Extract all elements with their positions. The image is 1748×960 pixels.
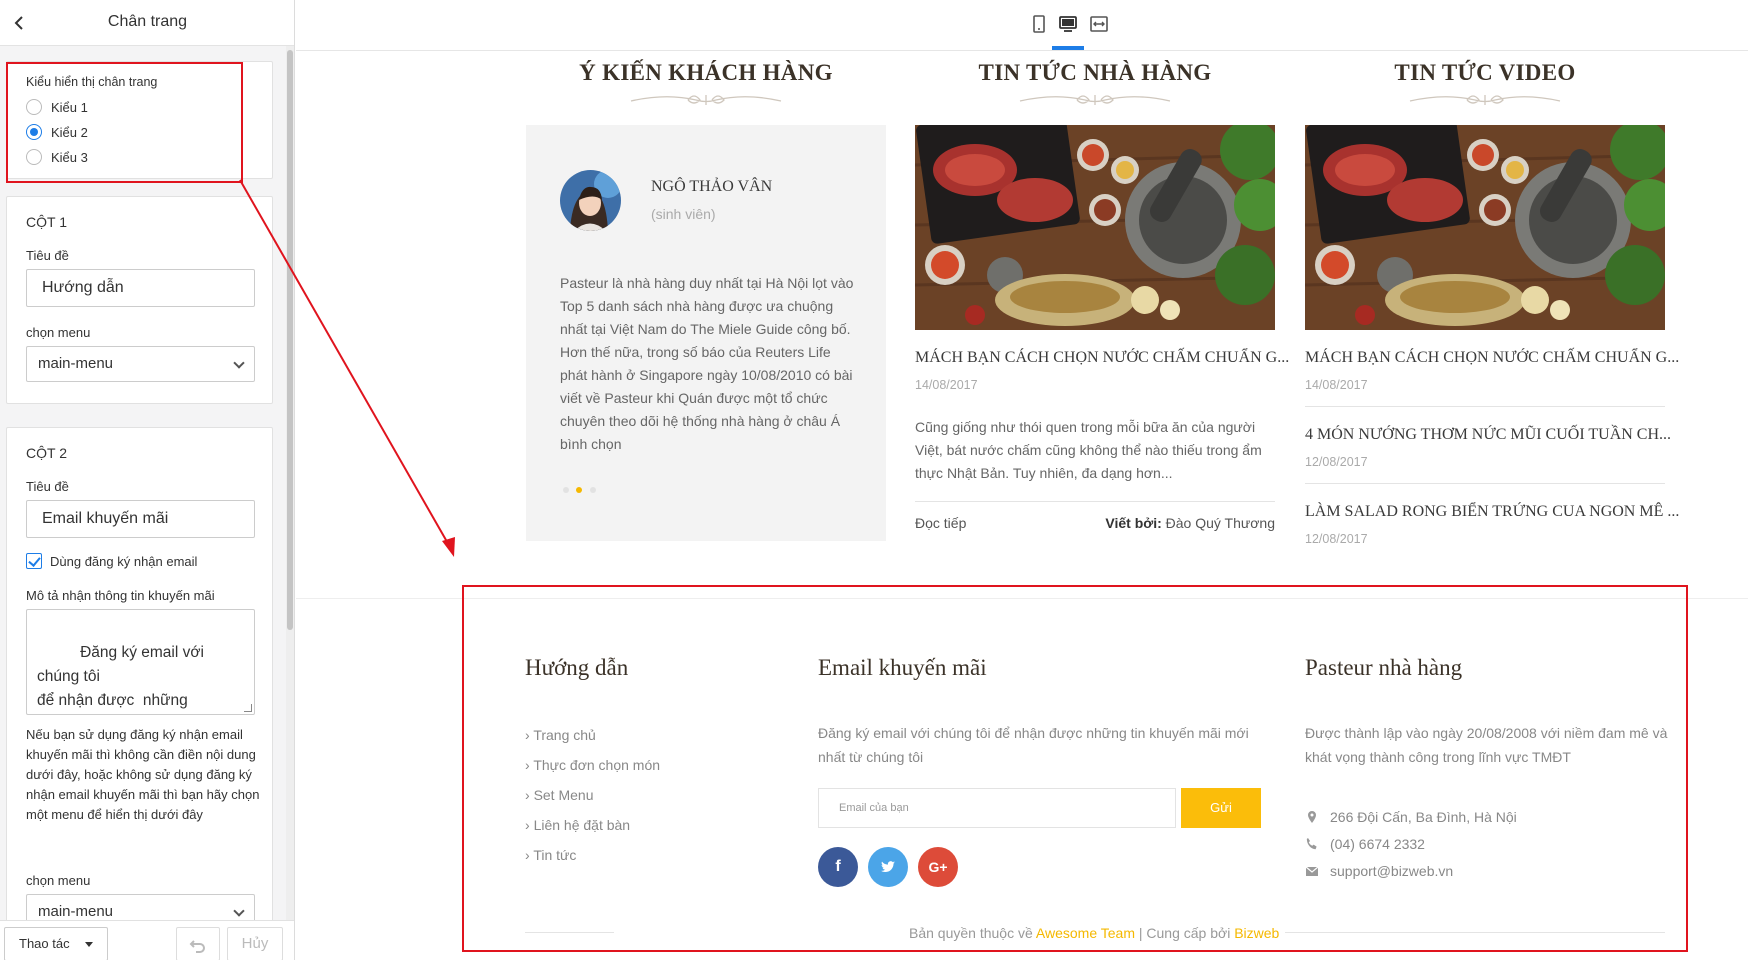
email-signup-checkbox[interactable]: Dùng đăng ký nhận email bbox=[26, 553, 197, 569]
video-news-item-title[interactable]: 4 MÓN NƯỚNG THƠM NỨC MŨI CUỐI TUẦN CH... bbox=[1305, 426, 1671, 444]
slider-dot-active[interactable] bbox=[576, 487, 582, 493]
column-2-title-input[interactable]: Email khuyến mãi bbox=[26, 500, 255, 538]
author-line: Viết bởi: Đào Quý Thương bbox=[1093, 515, 1275, 531]
column-1-menu-select[interactable]: main-menu bbox=[26, 346, 255, 382]
divider bbox=[915, 501, 1275, 502]
restaurant-news-title[interactable]: MÁCH BẠN CÁCH CHỌN NƯỚC CHẤM CHUẨN G... bbox=[915, 349, 1289, 367]
select-value: main-menu bbox=[38, 903, 114, 920]
restaurant-news-date: 14/08/2017 bbox=[915, 378, 978, 392]
annotation-arrow-icon bbox=[239, 179, 455, 557]
author-name: Đào Quý Thương bbox=[1165, 515, 1275, 531]
video-news-image[interactable] bbox=[1305, 125, 1665, 330]
textarea-value: Đăng ký email với chúng tôi để nhận được… bbox=[37, 644, 204, 709]
theme-editor: Chân trang Kiểu hiển thị chân trang Kiểu… bbox=[0, 0, 1748, 960]
column-2-title-label: Tiêu đề bbox=[26, 479, 69, 494]
annotation-highlight-box bbox=[6, 62, 243, 183]
video-news-item-date: 14/08/2017 bbox=[1305, 378, 1368, 392]
ornament-divider-icon bbox=[1019, 95, 1171, 105]
column-1-title-label: Tiêu đề bbox=[26, 248, 69, 263]
active-device-indicator bbox=[1052, 46, 1084, 50]
column-1-title-input[interactable]: Hướng dẫn bbox=[26, 269, 255, 307]
panel-header: Chân trang bbox=[0, 0, 294, 46]
mobile-icon[interactable] bbox=[1029, 14, 1049, 34]
restaurant-news-image[interactable] bbox=[915, 125, 1275, 330]
promo-desc-textarea[interactable]: Đăng ký email với chúng tôi để nhận được… bbox=[26, 609, 255, 715]
video-news-item-title[interactable]: LÀM SALAD RONG BIỂN TRỨNG CUA NGON MÊ ..… bbox=[1305, 503, 1679, 521]
customer-role: (sinh viên) bbox=[651, 206, 716, 222]
checkbox-label: Dùng đăng ký nhận email bbox=[50, 553, 198, 569]
testimonial-text: Pasteur là nhà hàng duy nhất tại Hà Nội … bbox=[560, 275, 854, 452]
checkbox-checked[interactable] bbox=[26, 553, 42, 569]
author-label: Viết bởi: bbox=[1105, 515, 1162, 531]
panel-title: Chân trang bbox=[107, 13, 188, 30]
column-2-menu-label: chọn menu bbox=[26, 873, 91, 888]
video-news-heading: TIN TỨC VIDEO bbox=[1394, 60, 1576, 85]
caret-down-icon bbox=[85, 942, 93, 947]
promo-desc-label: Mô tả nhận thông tin khuyến mãi bbox=[26, 588, 215, 603]
ornament-divider-icon bbox=[630, 95, 782, 105]
customer-name: NGÔ THẢO VÂN bbox=[651, 178, 773, 195]
promo-note: Nếu bạn sử dụng đăng ký nhận email khuyế… bbox=[26, 727, 260, 822]
slider-dot[interactable] bbox=[590, 487, 596, 493]
column-1-heading: CỘT 1 bbox=[26, 214, 67, 230]
slider-dot[interactable] bbox=[563, 487, 569, 493]
video-news-item-title[interactable]: MÁCH BẠN CÁCH CHỌN NƯỚC CHẤM CHUẨN G... bbox=[1305, 349, 1679, 367]
divider bbox=[1305, 483, 1665, 484]
testimonials-heading: Ý KIẾN KHÁCH HÀNG bbox=[579, 60, 833, 85]
restaurant-news-heading: TIN TỨC NHÀ HÀNG bbox=[978, 60, 1212, 85]
ornament-divider-icon bbox=[1409, 95, 1561, 105]
fullwidth-icon[interactable] bbox=[1089, 14, 1109, 34]
video-news-item-date: 12/08/2017 bbox=[1305, 532, 1368, 546]
restaurant-news-excerpt: Cũng giống như thói quen trong mỗi bữa ă… bbox=[915, 419, 1262, 481]
desktop-icon[interactable] bbox=[1058, 14, 1078, 34]
divider bbox=[1305, 406, 1665, 407]
select-value: main-menu bbox=[38, 355, 114, 372]
device-toolbar bbox=[296, 0, 1748, 51]
column-1-menu-label: chọn menu bbox=[26, 325, 91, 340]
resize-handle-icon[interactable] bbox=[244, 704, 252, 712]
column-2-menu-select[interactable]: main-menu bbox=[26, 894, 255, 920]
annotation-highlight-box bbox=[462, 585, 1688, 952]
customer-avatar bbox=[560, 170, 621, 231]
chevron-down-icon bbox=[233, 905, 245, 917]
column-2-heading: CỘT 2 bbox=[26, 445, 67, 461]
read-more-link[interactable]: Đọc tiếp bbox=[915, 515, 966, 531]
video-news-item-date: 12/08/2017 bbox=[1305, 455, 1368, 469]
